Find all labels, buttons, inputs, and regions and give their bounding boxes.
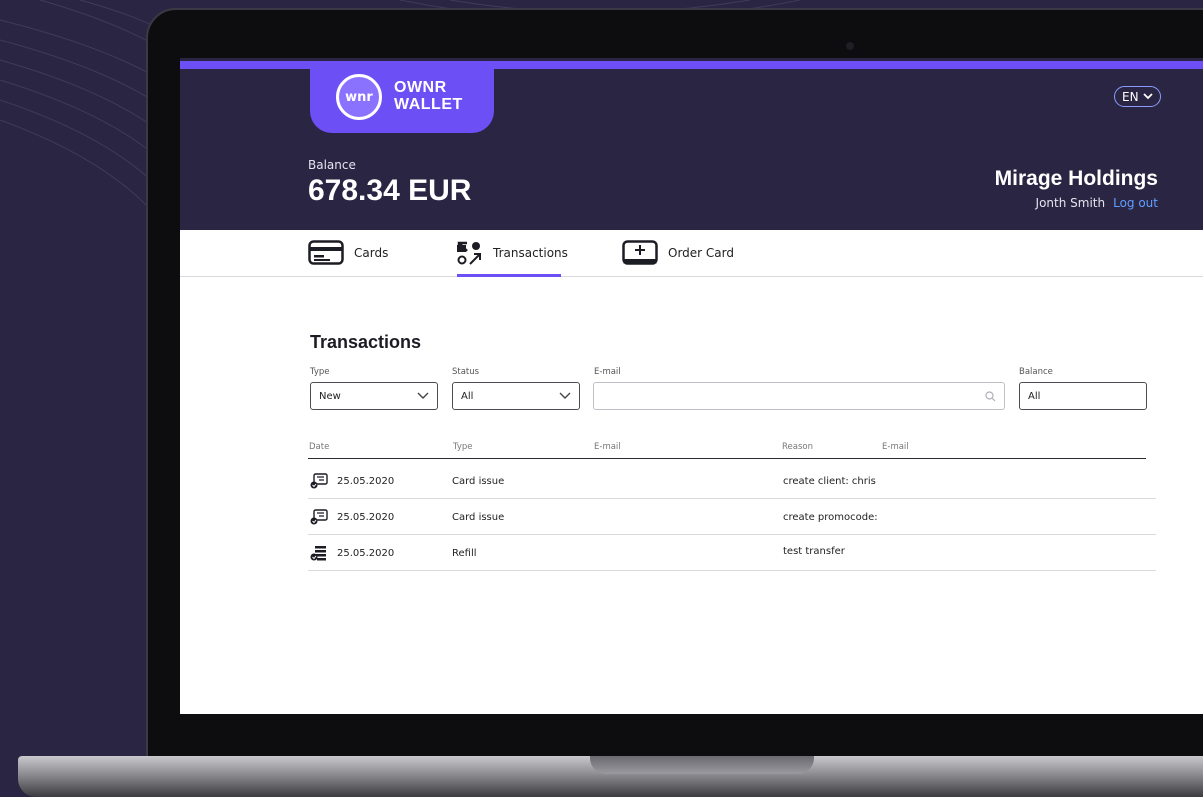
tab-order-card-label: Order Card: [668, 246, 734, 260]
accent-line: [180, 61, 1203, 69]
logo-text: OWNR WALLET: [394, 79, 463, 113]
page-title: Transactions: [310, 332, 422, 352]
user-name: Jonth Smith: [1035, 196, 1106, 210]
tab-transactions-label: Transactions: [493, 246, 568, 260]
column-header-email-2: E-mail: [882, 442, 909, 452]
filter-balance-input[interactable]: All: [1019, 382, 1147, 410]
chevron-down-icon: [417, 392, 429, 399]
tab-cards-label: Cards: [354, 246, 389, 260]
user-line: Jonth Smith Log out: [1036, 196, 1158, 210]
language-value: EN: [1122, 89, 1139, 104]
laptop-notch: [590, 756, 814, 774]
active-tab-indicator: [457, 274, 561, 277]
table-row[interactable]: 25.05.2020 Card issue create client: chr…: [308, 463, 1156, 499]
logo-mark-icon: wnr: [336, 74, 382, 120]
transfer-icon: [457, 241, 481, 265]
row-reason: create promocode:: [783, 511, 878, 523]
header-bar: wnr OWNR WALLET EN Balance 678.34 EUR Mi…: [180, 58, 1203, 230]
card-issue-icon: [310, 473, 328, 489]
filter-status-value: All: [461, 390, 474, 402]
row-date-cell: 25.05.2020: [310, 463, 394, 499]
filter-type-value: New: [319, 390, 341, 402]
camera: [846, 42, 854, 50]
logout-link[interactable]: Log out: [1113, 196, 1158, 210]
tab-bar: Cards Transactions Order Card: [180, 230, 1203, 277]
chevron-down-icon: [559, 392, 571, 399]
tab-transactions[interactable]: Transactions: [456, 240, 568, 266]
row-date: 25.05.2020: [337, 511, 395, 523]
column-header-reason: Reason: [782, 442, 813, 452]
tab-order-card[interactable]: Order Card: [622, 240, 734, 266]
table-header-divider: [308, 458, 1146, 459]
row-date: 25.05.2020: [337, 547, 395, 559]
column-header-date: Date: [309, 442, 330, 452]
company-name: Mirage Holdings: [994, 167, 1158, 190]
row-reason: test transfer: [783, 545, 845, 557]
row-type: Refill: [452, 547, 477, 559]
row-type: Card issue: [452, 475, 505, 487]
balance-value: 678.34 EUR: [308, 174, 472, 207]
table-row[interactable]: 25.05.2020 Card issue create promocode:: [308, 499, 1156, 535]
filter-email-label: E-mail: [594, 367, 621, 377]
filter-status-label: Status: [452, 367, 480, 377]
card-icon: [308, 240, 344, 265]
filter-type-label: Type: [310, 367, 330, 377]
row-date: 25.05.2020: [337, 475, 395, 487]
language-selector[interactable]: EN: [1114, 86, 1161, 107]
row-reason: create client: chris: [783, 475, 876, 487]
row-type: Card issue: [452, 511, 505, 523]
add-card-icon: [622, 240, 658, 265]
row-date-cell: 25.05.2020: [310, 499, 394, 535]
refill-icon: [310, 546, 326, 561]
filter-balance-value: All: [1028, 390, 1041, 402]
filter-balance-label: Balance: [1019, 367, 1053, 377]
chevron-down-icon: [1142, 93, 1153, 100]
app-screen: wnr OWNR WALLET EN Balance 678.34 EUR Mi…: [180, 58, 1203, 714]
filter-email-input[interactable]: [593, 382, 1005, 410]
table-row[interactable]: 25.05.2020 Refill test transfer: [308, 535, 1156, 571]
filter-type-select[interactable]: New: [310, 382, 438, 410]
column-header-email: E-mail: [594, 442, 621, 452]
tab-cards[interactable]: Cards: [308, 240, 388, 266]
logo[interactable]: wnr OWNR WALLET: [310, 69, 494, 133]
search-icon: [985, 390, 996, 401]
card-issue-icon: [310, 509, 328, 525]
balance-label: Balance: [308, 158, 356, 172]
column-header-type: Type: [453, 442, 473, 452]
filter-status-select[interactable]: All: [452, 382, 580, 410]
row-date-cell: 25.05.2020: [310, 535, 394, 571]
